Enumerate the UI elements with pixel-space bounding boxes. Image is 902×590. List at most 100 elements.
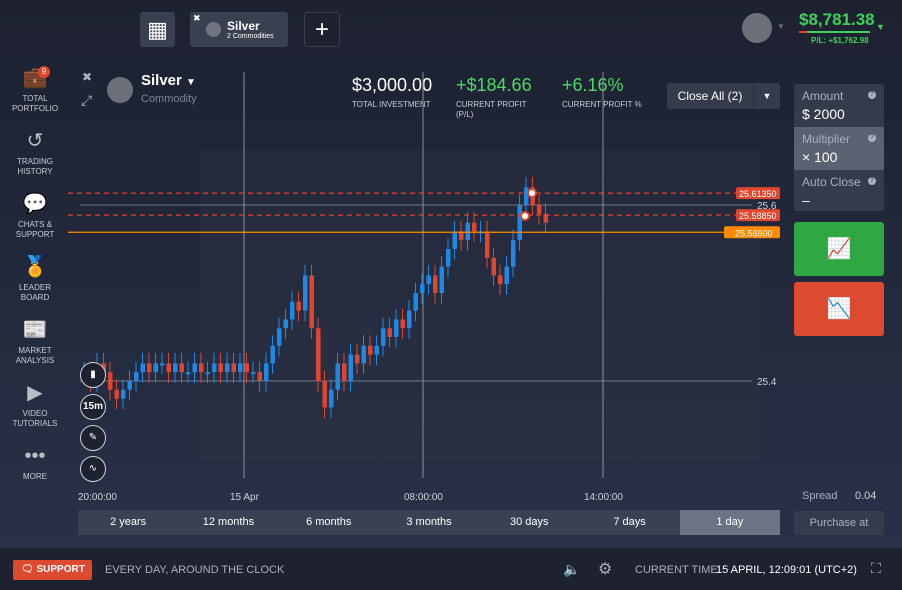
- candle-body: [504, 266, 509, 285]
- candle-body: [485, 231, 490, 258]
- auto-close-field[interactable]: Auto Close –?: [794, 170, 884, 211]
- candle-body: [348, 354, 353, 381]
- period-selector: 2 years 12 months 6 months 3 months 30 days 7…: [78, 510, 780, 535]
- candle-body: [309, 275, 314, 329]
- y-tick-label: 25.4: [757, 377, 777, 388]
- candle-body: [218, 363, 223, 373]
- multiplier-value[interactable]: × 100: [802, 149, 876, 165]
- candle-body: [452, 231, 457, 249]
- candle-body: [498, 275, 503, 285]
- x-tick-label: 20:00:00: [78, 492, 117, 503]
- current-time: 15 APRIL, 12:09:01 (UTC+2): [716, 564, 857, 576]
- candle-body: [238, 363, 243, 373]
- indicator-icon: ∿: [88, 463, 98, 474]
- candle-body: [153, 363, 158, 373]
- candle-body: [192, 363, 197, 373]
- amount-value[interactable]: $ 2000: [802, 106, 876, 122]
- period-6-months[interactable]: 6 months: [279, 510, 379, 535]
- candle-body: [400, 319, 405, 329]
- multiplier-label: Multiplier: [802, 132, 851, 146]
- candle-body: [160, 363, 165, 366]
- candle-body: [231, 363, 236, 373]
- candle-body: [283, 319, 288, 329]
- x-tick-label: 14:00:00: [584, 492, 623, 503]
- position-marker: [520, 211, 530, 221]
- candle-body: [296, 301, 301, 311]
- candle-body: [491, 257, 496, 276]
- candle-body: [537, 205, 542, 214]
- candle-body: [199, 363, 204, 373]
- candle-body: [361, 345, 366, 364]
- candle-body: [381, 328, 386, 346]
- sell-button[interactable]: 📉: [794, 282, 884, 336]
- settings-icon[interactable]: ⚙: [598, 559, 612, 579]
- candle-body: [316, 328, 321, 381]
- candle-body: [244, 363, 249, 373]
- candle-body: [426, 275, 431, 285]
- period-1-day[interactable]: 1 day: [679, 510, 780, 535]
- candle-body: [374, 345, 379, 355]
- amount-field[interactable]: Amount $ 2000?: [794, 84, 884, 127]
- candle-body: [465, 222, 470, 241]
- candle-body: [342, 363, 347, 381]
- period-12-months[interactable]: 12 months: [178, 510, 278, 535]
- position-marker: [527, 188, 537, 198]
- x-tick-label: 15 Apr: [230, 492, 260, 503]
- sound-icon[interactable]: 🔈: [563, 561, 580, 578]
- candle-body: [166, 363, 171, 373]
- support-button[interactable]: 🗨 SUPPORT: [13, 560, 92, 580]
- support-label: SUPPORT: [36, 564, 85, 575]
- candle-body: [439, 266, 444, 293]
- candle-body: [205, 372, 210, 375]
- time-label: CURRENT TIME:: [635, 564, 721, 576]
- draw-tool[interactable]: ✎: [80, 425, 106, 451]
- candle-body: [329, 389, 334, 408]
- price-level-value: 25.58850: [739, 211, 777, 221]
- help-icon[interactable]: ?: [868, 134, 876, 142]
- trend-down-icon: 📉: [826, 298, 852, 320]
- fullscreen-icon[interactable]: ⛶: [871, 560, 881, 577]
- candle-body: [212, 363, 217, 373]
- candle-body: [251, 372, 256, 375]
- candle-body: [303, 275, 308, 311]
- auto-close-value[interactable]: –: [802, 192, 876, 208]
- indicator-tool[interactable]: ∿: [80, 456, 106, 482]
- candle-body: [270, 345, 275, 364]
- purchase-at-button[interactable]: Purchase at: [794, 511, 884, 535]
- candle-body: [394, 319, 399, 337]
- candle-body: [173, 363, 178, 373]
- spread-label: Spread: [802, 490, 838, 502]
- candle-body: [446, 249, 451, 267]
- candle-body: [290, 301, 295, 320]
- candle-body: [407, 310, 412, 329]
- world-map-background: [200, 150, 760, 460]
- amount-label: Amount: [802, 89, 844, 103]
- candle-body: [134, 372, 139, 381]
- chat-icon: 🗨: [21, 564, 34, 575]
- candle-body: [147, 363, 152, 373]
- chart-type-tool[interactable]: ▮: [80, 362, 106, 388]
- candle-body: [140, 363, 145, 373]
- price-level-value: 25.56900: [735, 228, 773, 238]
- price-chart[interactable]: 25.625.420:00:00 15 Apr 08:00:00 14:00:0025…: [0, 0, 902, 510]
- spread-value: 0.04: [855, 490, 877, 502]
- trend-up-icon: 📈: [826, 238, 852, 260]
- candle-body: [225, 363, 230, 373]
- help-icon[interactable]: ?: [868, 177, 876, 185]
- period-3-months[interactable]: 3 months: [379, 510, 479, 535]
- multiplier-field[interactable]: Multiplier × 100?: [794, 127, 884, 170]
- period-30-days[interactable]: 30 days: [479, 510, 579, 535]
- candle-body: [524, 187, 529, 205]
- buy-button[interactable]: 📈: [794, 222, 884, 276]
- candle-body: [368, 345, 373, 355]
- timeframe-tool[interactable]: 15m: [80, 394, 106, 420]
- candle-body: [277, 328, 282, 346]
- candle-body: [108, 372, 113, 390]
- candle-body: [179, 363, 184, 373]
- candle-body: [186, 372, 191, 375]
- period-7-days[interactable]: 7 days: [579, 510, 679, 535]
- period-2-years[interactable]: 2 years: [78, 510, 178, 535]
- candle-body: [433, 275, 438, 293]
- candle-body: [413, 293, 418, 311]
- help-icon[interactable]: ?: [868, 91, 876, 99]
